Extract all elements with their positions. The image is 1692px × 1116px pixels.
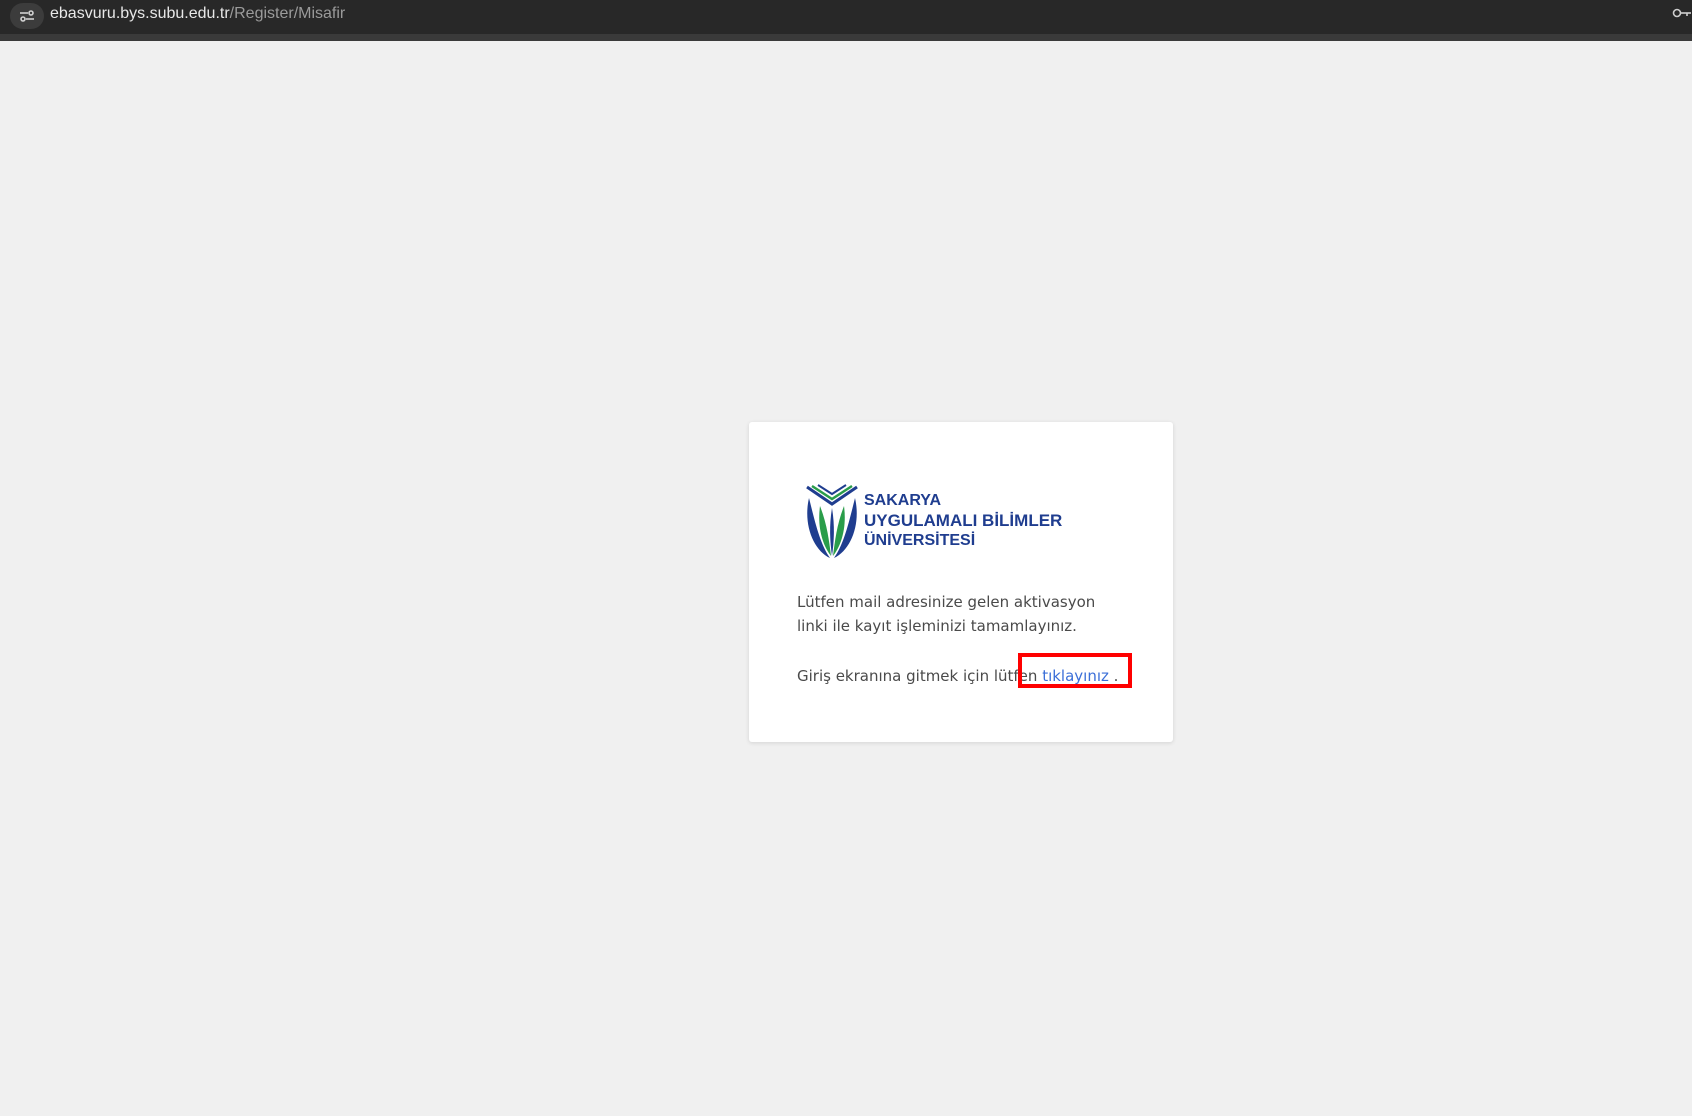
url-host: ebasvuru.bys.subu.edu.tr <box>50 5 230 22</box>
university-name: SAKARYA UYGULAMALI BİLİMLER ÜNİVERSİTESİ <box>864 491 1062 551</box>
url-path: /Register/Misafir <box>229 5 346 22</box>
logo-line-sakarya: SAKARYA <box>864 492 942 509</box>
highlight-annotation-box <box>1018 653 1132 688</box>
logo-line-universitesi: ÜNİVERSİTESİ <box>864 532 976 549</box>
university-emblem-icon <box>806 484 858 558</box>
university-logo: SAKARYA UYGULAMALI BİLİMLER ÜNİVERSİTESİ <box>803 484 1083 564</box>
key-icon[interactable] <box>1672 6 1692 25</box>
logo-line-uygulamali: UYGULAMALI BİLİMLER <box>864 511 1063 530</box>
registration-info-card: SAKARYA UYGULAMALI BİLİMLER ÜNİVERSİTESİ… <box>749 422 1173 742</box>
url-field[interactable]: ebasvuru.bys.subu.edu.tr/Register/Misafi… <box>50 4 345 24</box>
site-info-icon[interactable] <box>10 3 44 29</box>
login-prefix-text: Giriş ekranına gitmek için lütfen <box>797 667 1043 685</box>
browser-address-bar: ebasvuru.bys.subu.edu.tr/Register/Misafi… <box>0 0 1692 41</box>
activation-message: Lütfen mail adresinize gelen aktivasyon … <box>797 593 1096 635</box>
